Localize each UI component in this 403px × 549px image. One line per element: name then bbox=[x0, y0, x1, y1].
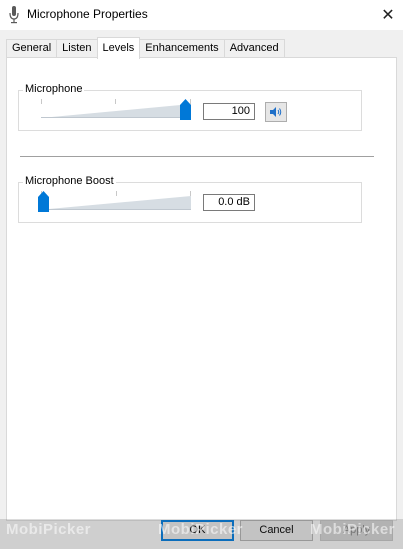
slider-track bbox=[38, 196, 191, 210]
microphone-slider[interactable] bbox=[41, 99, 191, 121]
mute-button[interactable] bbox=[265, 102, 287, 122]
tab-strip: General Listen Levels Enhancements Advan… bbox=[6, 37, 285, 59]
boost-group: Microphone Boost 0.0 dB bbox=[18, 175, 362, 223]
title-bar: Microphone Properties ✕ bbox=[0, 0, 403, 30]
slider-thumb[interactable] bbox=[180, 99, 191, 120]
levels-panel: Microphone 100 Microphone Boost 0.0 dB bbox=[6, 57, 397, 521]
microphone-label: Microphone bbox=[23, 83, 85, 95]
tab-listen[interactable]: Listen bbox=[56, 39, 98, 58]
tab-general[interactable]: General bbox=[6, 39, 58, 58]
watermark-left: MobiPicker bbox=[6, 521, 92, 538]
tab-enhancements[interactable]: Enhancements bbox=[139, 39, 225, 58]
slider-thumb[interactable] bbox=[38, 191, 49, 212]
microphone-icon bbox=[9, 6, 19, 24]
dialog-body: General Listen Levels Enhancements Advan… bbox=[0, 30, 403, 549]
watermark-right: MobiPicker bbox=[310, 521, 396, 538]
tab-advanced[interactable]: Advanced bbox=[223, 39, 285, 58]
window-title: Microphone Properties bbox=[27, 7, 148, 21]
microphone-group: Microphone 100 bbox=[18, 83, 362, 131]
close-button[interactable]: ✕ bbox=[373, 0, 403, 30]
speaker-icon bbox=[270, 107, 282, 117]
boost-slider[interactable] bbox=[38, 191, 191, 213]
boost-label: Microphone Boost bbox=[23, 175, 116, 187]
microphone-level-field[interactable]: 100 bbox=[203, 103, 255, 120]
slider-track bbox=[41, 104, 191, 118]
close-icon: ✕ bbox=[381, 7, 395, 24]
watermark-center: MobiPicker bbox=[158, 521, 244, 538]
section-divider bbox=[20, 156, 374, 157]
tab-levels[interactable]: Levels bbox=[96, 37, 141, 59]
boost-level-field[interactable]: 0.0 dB bbox=[203, 194, 255, 211]
